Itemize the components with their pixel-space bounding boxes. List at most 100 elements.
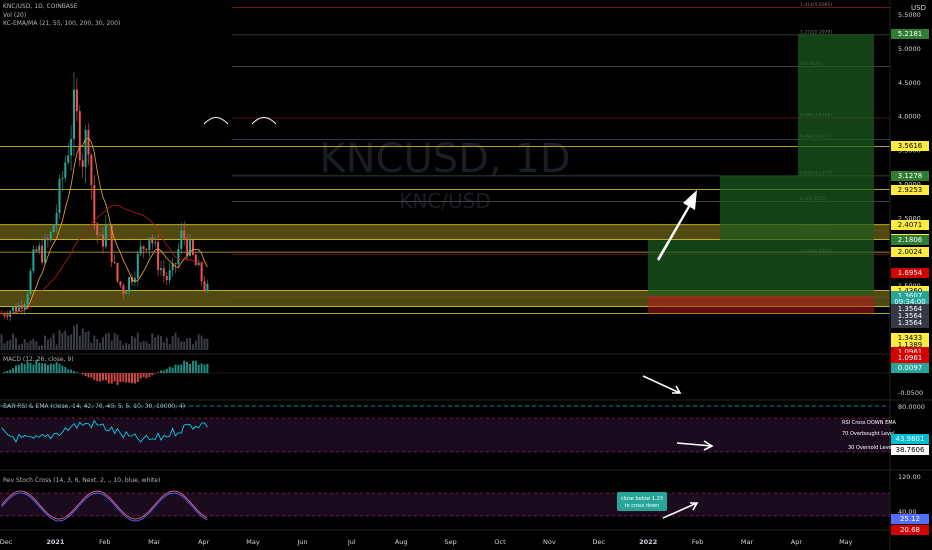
macd-bar <box>102 373 104 381</box>
x-axis-label: Dec <box>593 538 606 546</box>
volume-bar <box>84 332 87 350</box>
macd-bar <box>119 373 122 382</box>
macd-bar <box>93 373 96 380</box>
macd-bar <box>133 373 136 384</box>
volume-bar <box>154 337 157 350</box>
price-tag: 2.4071 <box>891 219 929 230</box>
candle-body <box>200 263 203 282</box>
volume-bar <box>110 340 113 350</box>
candle-body <box>93 185 96 224</box>
macd-bar <box>154 373 157 374</box>
volume-bar <box>136 332 139 350</box>
macd-bar <box>6 370 9 373</box>
price-tag: 20.68 <box>891 525 929 535</box>
rsi-overbought-label: 70 Overbought Level <box>842 431 894 437</box>
volume-bar <box>177 337 180 350</box>
candle-body <box>168 270 171 281</box>
macd-bar <box>186 361 189 373</box>
macd-bar <box>81 373 84 375</box>
macd-bar <box>171 367 174 373</box>
macd-bar <box>46 364 49 373</box>
macd-bar <box>183 360 186 373</box>
price-tag: 1.3564 <box>891 318 929 329</box>
candle-body <box>49 231 52 241</box>
volume-bar <box>107 332 110 350</box>
candle-body <box>12 306 15 312</box>
candle-body <box>116 262 119 282</box>
macd-label: MACD (12, 26, close, 9) <box>3 356 74 363</box>
candle-body <box>29 270 32 294</box>
volume-bar <box>151 333 154 350</box>
trading-chart[interactable]: KNCUSD, 1D KNC/USD 1.414(5.6085)1.272(5.… <box>0 0 932 550</box>
x-axis-label: Apr <box>198 538 210 546</box>
volume-bar <box>125 343 128 350</box>
volume-bar <box>55 344 58 350</box>
macd-bar <box>9 369 12 373</box>
candle-body <box>99 234 102 236</box>
candle-body <box>165 275 168 281</box>
x-axis-label: Mar <box>148 538 161 546</box>
macd-bar <box>136 373 139 383</box>
candle-body <box>142 246 145 249</box>
volume-bar <box>119 340 122 350</box>
x-axis-label: Jun <box>296 538 307 546</box>
candle-body <box>104 224 107 247</box>
macd-bar <box>32 364 35 373</box>
x-axis-label: Dec <box>0 538 13 546</box>
candle-body <box>154 242 157 244</box>
volume-bar <box>61 332 64 350</box>
macd-bar <box>75 372 78 373</box>
candle-body <box>194 254 197 266</box>
macd-bar <box>15 365 17 373</box>
macd-bar <box>160 370 162 373</box>
price-tag: 1.0961 <box>891 353 929 364</box>
candle-body <box>32 249 35 271</box>
candle-body <box>61 177 64 179</box>
volume-bar <box>131 335 133 350</box>
x-axis-label: Mar <box>741 538 754 546</box>
stoch-label: Rev Stoch Cross (14, 3, 6, Next, 2, ., 1… <box>3 477 160 484</box>
volume-bar <box>96 339 99 350</box>
volume-bar <box>78 335 81 350</box>
watermark-pair: KNC/USD <box>399 189 491 213</box>
macd-bar <box>58 363 61 373</box>
volume-bar <box>49 338 52 350</box>
candle-body <box>174 263 177 265</box>
x-axis-label: Aug <box>395 538 408 546</box>
macd-bar <box>107 373 110 384</box>
candle-body <box>17 304 20 312</box>
candle-body <box>183 230 186 239</box>
volume-bar <box>58 330 61 350</box>
candle-body <box>55 212 58 225</box>
rsi-label: BAR RSI & EMA (close, 14, 42, 70, 40, 5,… <box>3 403 185 410</box>
macd-bar <box>70 369 73 373</box>
volume-bar <box>52 333 55 350</box>
macd-bar <box>55 362 58 373</box>
volume-bar <box>157 334 160 350</box>
target-box-1 <box>648 240 720 296</box>
volume-bar <box>64 330 67 350</box>
volume-bar <box>15 338 17 350</box>
volume-bar <box>93 335 96 350</box>
macd-bar <box>168 366 171 373</box>
volume-bar <box>32 338 35 350</box>
candle-body <box>139 246 142 254</box>
candle-body <box>177 248 180 265</box>
candle-body <box>180 230 183 249</box>
fib-label: 1.414(5.6085) <box>800 2 832 8</box>
volume-bar <box>87 331 90 350</box>
macd-bar <box>157 372 160 373</box>
volume-bar <box>174 332 177 350</box>
pane-axis-label: 80.0000 <box>898 403 925 411</box>
x-axis-label: Feb <box>99 538 111 546</box>
macd-bar <box>84 373 87 377</box>
macd-bar <box>128 373 131 383</box>
macd-bar <box>73 371 75 373</box>
volume-bar <box>142 341 145 350</box>
pane-axis-label: -0.0500 <box>898 389 923 397</box>
macd-bar <box>110 373 113 384</box>
volume-bar <box>194 340 197 350</box>
volume-bar <box>148 343 151 350</box>
target-box-2 <box>720 175 798 296</box>
macd-bar <box>191 360 194 373</box>
